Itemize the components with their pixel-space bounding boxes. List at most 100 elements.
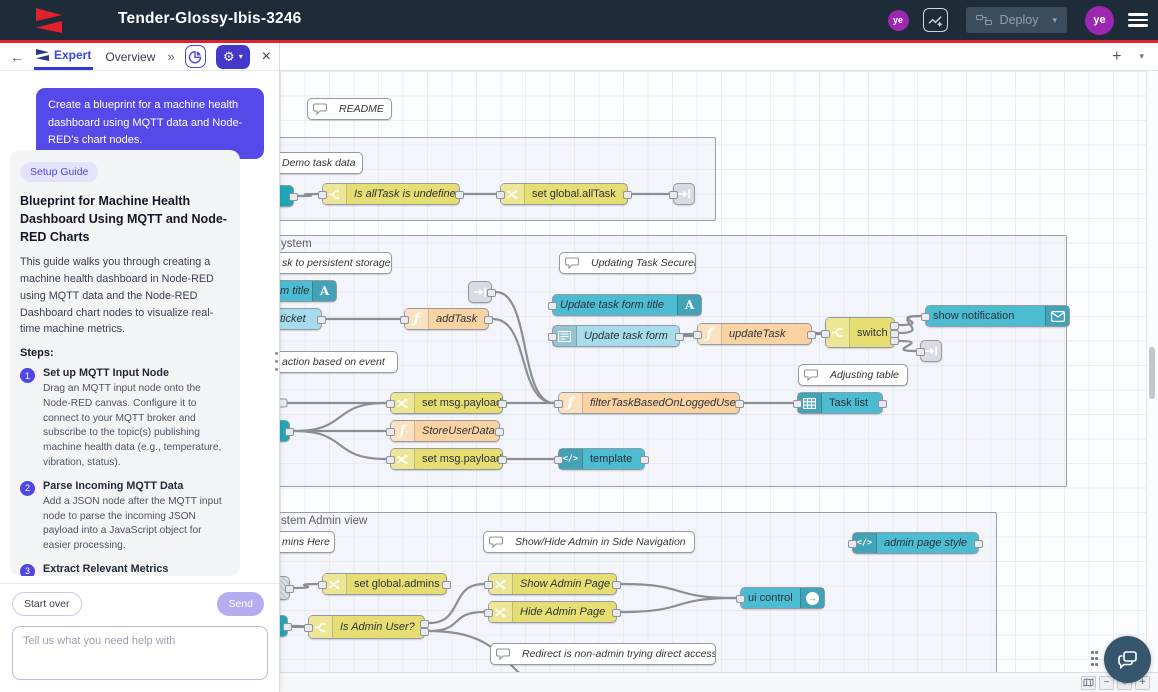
input-port[interactable] xyxy=(554,400,563,408)
menu-icon[interactable] xyxy=(1128,13,1148,27)
node-redirect-non-admin[interactable]: Redirect is non-admin trying direct acce… xyxy=(490,643,716,665)
output-port[interactable] xyxy=(495,428,504,436)
flow-list-caret-icon[interactable]: ▾ xyxy=(1139,51,1144,62)
port[interactable] xyxy=(280,399,287,407)
wire[interactable] xyxy=(621,584,736,598)
fab-drag-handle[interactable] xyxy=(1091,651,1099,669)
output-port[interactable] xyxy=(612,581,621,589)
node-addtask[interactable]: ƒaddTask xyxy=(404,308,489,330)
output-port[interactable] xyxy=(974,540,983,548)
node-readme[interactable]: README xyxy=(307,98,392,120)
node-is-admin-user[interactable]: Is Admin User? xyxy=(308,615,425,639)
assistant-input[interactable] xyxy=(12,626,268,680)
send-button[interactable]: Send xyxy=(217,592,264,616)
tab-overflow-icon[interactable]: » xyxy=(167,49,174,64)
node-ticket[interactable]: ticket xyxy=(280,308,322,330)
node-switch[interactable]: switch xyxy=(825,317,895,348)
output-port[interactable] xyxy=(285,428,294,436)
node-show-admin-page[interactable]: Show Admin Page xyxy=(488,573,617,595)
input-port[interactable] xyxy=(318,191,327,199)
node-updatetask[interactable]: ƒupdateTask xyxy=(697,323,812,345)
node-admins-here[interactable]: mins Here xyxy=(280,531,335,553)
avatar-user[interactable]: ye xyxy=(1085,6,1114,35)
wire[interactable] xyxy=(298,194,318,196)
tab-overview[interactable]: Overview xyxy=(103,43,157,70)
node-update-task-form[interactable]: Update task form xyxy=(552,325,680,347)
output-port[interactable] xyxy=(317,316,326,324)
output-port[interactable] xyxy=(807,331,816,339)
output-port[interactable] xyxy=(735,400,744,408)
node-link-out-2[interactable] xyxy=(920,340,942,362)
node-update-task-form-title[interactable]: Update task form titleA xyxy=(552,294,702,316)
output-port[interactable] xyxy=(420,620,429,628)
node-filtertask[interactable]: ƒfilterTaskBasedOnLoggedUser xyxy=(558,392,740,414)
node-link-node-2[interactable] xyxy=(468,281,492,303)
node-set-msg-payload-1[interactable]: set msg.payload xyxy=(390,392,503,414)
wire[interactable] xyxy=(493,319,554,403)
wire[interactable] xyxy=(496,292,554,403)
node-updating-task-securely[interactable]: Updating Task Securely xyxy=(559,252,696,274)
wire[interactable] xyxy=(899,341,916,351)
node-stub-2[interactable] xyxy=(280,420,290,442)
input-port[interactable] xyxy=(304,624,313,632)
input-port[interactable] xyxy=(484,581,493,589)
output-port[interactable] xyxy=(878,400,887,408)
tab-expert[interactable]: Expert xyxy=(34,43,93,70)
node-action-based-on-event[interactable]: action based on event xyxy=(280,351,398,373)
deploy-caret-icon[interactable]: ▾ xyxy=(1052,15,1057,26)
input-port[interactable] xyxy=(386,428,395,436)
output-port[interactable] xyxy=(612,609,621,617)
node-set-msg-payload-2[interactable]: set msg.payload xyxy=(390,448,503,470)
settings-dropdown-button[interactable]: ⚙ ▾ xyxy=(216,45,250,69)
input-port[interactable] xyxy=(548,302,557,310)
output-port[interactable] xyxy=(283,623,292,631)
output-port[interactable] xyxy=(285,585,294,593)
node-is-alltask-undefined[interactable]: Is allTask is undefined xyxy=(322,183,460,205)
input-port[interactable] xyxy=(484,609,493,617)
input-port[interactable] xyxy=(318,581,327,589)
node-show-notification[interactable]: show notification xyxy=(925,305,1070,327)
input-port[interactable] xyxy=(821,330,830,338)
output-port[interactable] xyxy=(498,400,507,408)
node-template[interactable]: </>template xyxy=(558,448,645,470)
output-port[interactable] xyxy=(498,456,507,464)
node-link-out-1[interactable] xyxy=(673,183,695,205)
output-port[interactable] xyxy=(675,333,684,341)
wire[interactable] xyxy=(294,584,318,588)
input-port[interactable] xyxy=(400,316,409,324)
node-admin-page-style[interactable]: </>admin page style xyxy=(852,532,979,554)
wire[interactable] xyxy=(292,626,304,627)
output-port[interactable] xyxy=(442,581,451,589)
output-port[interactable] xyxy=(289,193,298,201)
node-adjusting-table[interactable]: Adjusting table xyxy=(798,364,908,386)
input-port[interactable] xyxy=(669,191,678,199)
output-port[interactable] xyxy=(890,337,899,345)
node-stub-3[interactable] xyxy=(280,615,288,637)
flow-canvas[interactable]: ystemstem Admin viewREADMEDemo task data… xyxy=(280,71,1146,672)
node-storeuserdata[interactable]: ƒStoreUserData xyxy=(390,420,500,442)
node-persistent-storage[interactable]: sk to persistent storage xyxy=(280,252,392,274)
avatar-small[interactable]: ye xyxy=(888,10,909,31)
scrollbar-thumb[interactable] xyxy=(1149,347,1155,399)
close-icon[interactable]: × xyxy=(262,48,271,66)
input-port[interactable] xyxy=(921,313,930,321)
output-port[interactable] xyxy=(640,456,649,464)
input-port[interactable] xyxy=(386,456,395,464)
node-task-list[interactable]: Task list xyxy=(797,392,883,414)
pie-chart-button[interactable] xyxy=(185,45,207,68)
fit-view-button[interactable] xyxy=(1081,676,1096,690)
node-set-global-alltask[interactable]: set global.allTask xyxy=(500,183,628,205)
assistant-chat-fab[interactable] xyxy=(1104,636,1151,683)
deploy-button[interactable]: Deploy ▾ xyxy=(966,7,1067,33)
add-flow-button[interactable]: + xyxy=(1112,48,1121,66)
input-port[interactable] xyxy=(496,191,505,199)
wire[interactable] xyxy=(621,598,736,612)
input-port[interactable] xyxy=(548,333,557,341)
wire[interactable] xyxy=(294,403,386,431)
node-ui-control[interactable]: ui control→ xyxy=(740,587,825,609)
input-port[interactable] xyxy=(848,540,857,548)
node-gray-hatch-stub[interactable] xyxy=(280,576,290,600)
node-stub-link-1[interactable] xyxy=(280,185,294,207)
output-port[interactable] xyxy=(484,316,493,324)
node-hide-admin-page[interactable]: Hide Admin Page xyxy=(488,601,617,623)
